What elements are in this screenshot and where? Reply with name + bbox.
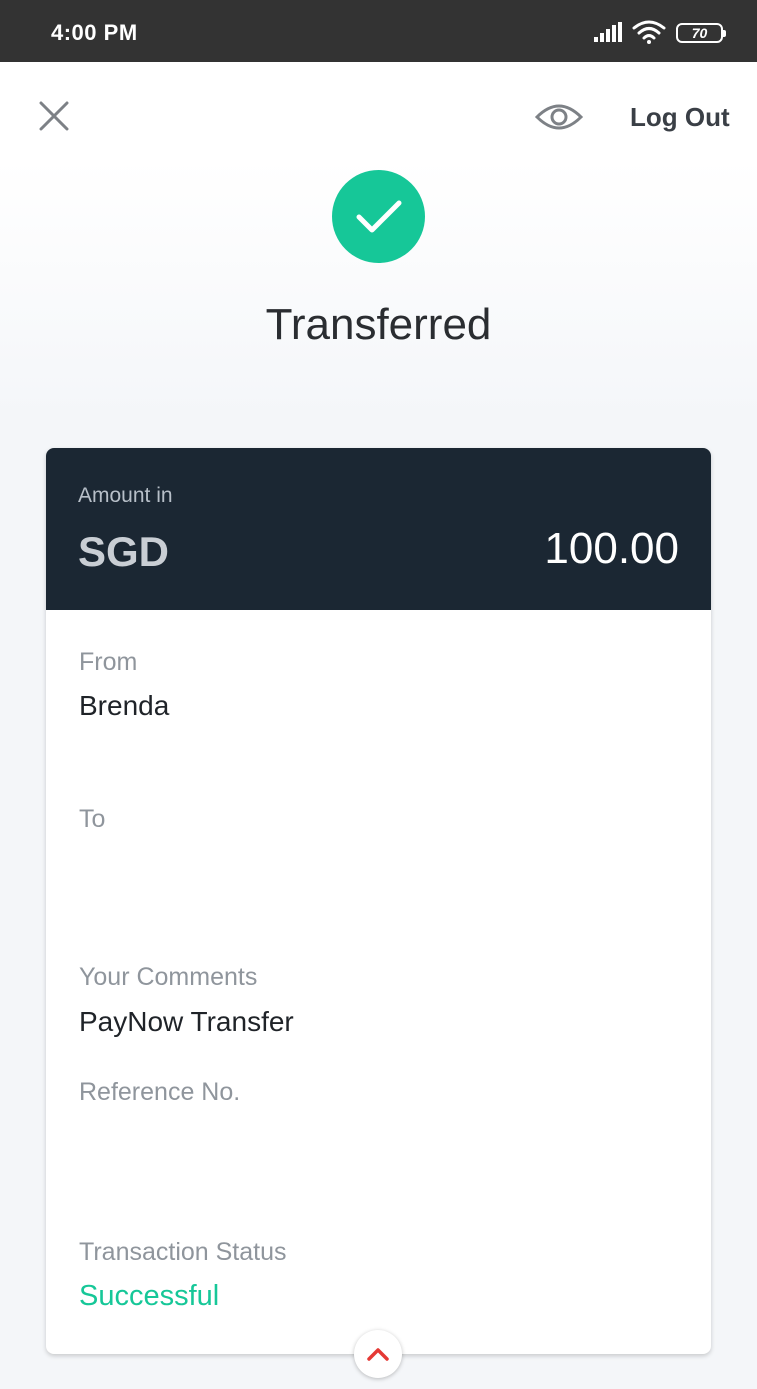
battery-level: 70 bbox=[691, 25, 708, 41]
from-label: From bbox=[79, 648, 138, 676]
check-circle-icon bbox=[332, 170, 425, 263]
expand-button[interactable] bbox=[354, 1330, 402, 1378]
logout-button[interactable]: Log Out bbox=[630, 102, 730, 133]
currency-code: SGD bbox=[78, 528, 170, 575]
amount-header: Amount in SGD 100.00 bbox=[46, 448, 711, 610]
amount-caption: Amount in bbox=[78, 484, 173, 507]
amount-value: 100.00 bbox=[544, 524, 679, 573]
battery-icon: 70 bbox=[676, 23, 726, 43]
page-title: Transferred bbox=[265, 300, 492, 349]
to-label: To bbox=[79, 805, 106, 833]
status-bar: 4:00 PM 70 bbox=[0, 0, 757, 62]
transaction-card: Amount in SGD 100.00 From Brenda To Your… bbox=[46, 448, 711, 1378]
close-icon[interactable] bbox=[37, 99, 71, 133]
status-label: Transaction Status bbox=[79, 1238, 287, 1266]
checkmark-icon bbox=[356, 200, 401, 232]
status-time: 4:00 PM bbox=[51, 20, 138, 45]
status-value: Successful bbox=[79, 1280, 220, 1312]
signal-icon bbox=[594, 22, 622, 42]
comments-value: PayNow Transfer bbox=[79, 1006, 294, 1037]
comments-label: Your Comments bbox=[79, 963, 258, 991]
eye-icon[interactable] bbox=[534, 99, 584, 135]
wifi-icon bbox=[632, 20, 666, 44]
from-value: Brenda bbox=[79, 690, 170, 721]
chevron-up-icon bbox=[367, 1348, 389, 1361]
reference-label: Reference No. bbox=[79, 1078, 241, 1106]
